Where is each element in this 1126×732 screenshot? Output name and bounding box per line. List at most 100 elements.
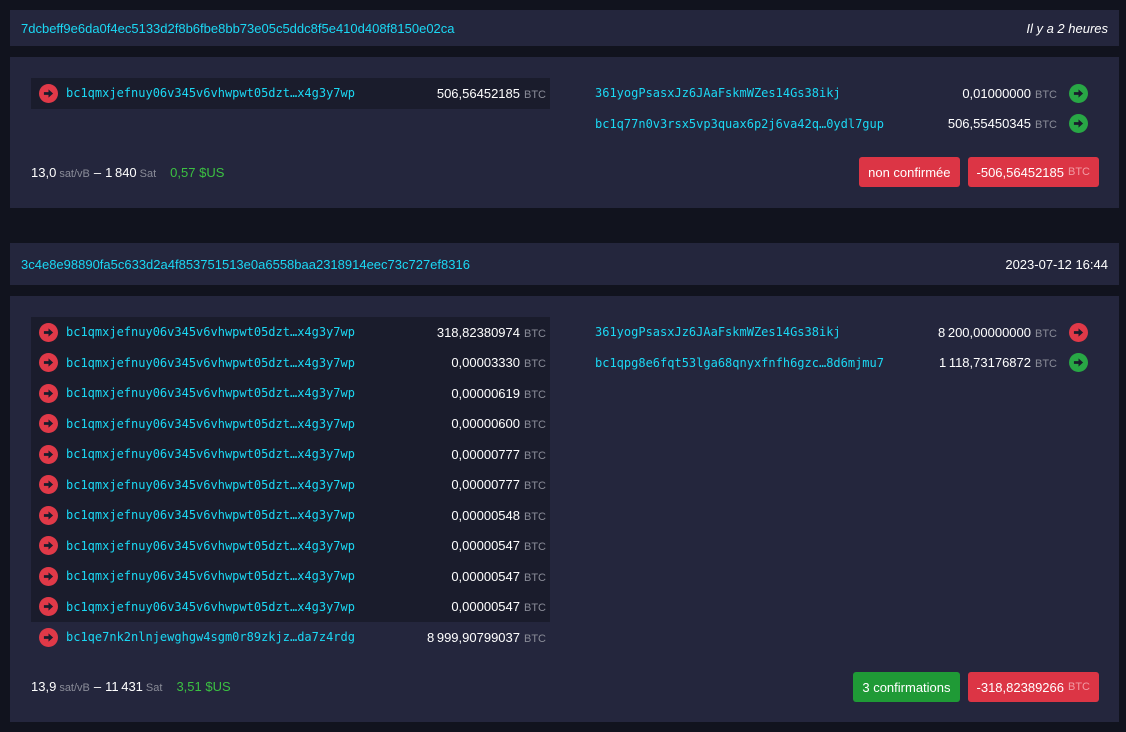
tx-body: bc1qmxjefnuy06v345v6vhwpwt05dzt…x4g3y7wp… (10, 296, 1119, 722)
output-row: bc1q77n0v3rsx5vp3quax6p2j6va42q…0ydl7gup… (585, 109, 1100, 140)
tx-body: bc1qmxjefnuy06v345v6vhwpwt05dzt…x4g3y7wp… (10, 57, 1119, 208)
arrow-right-red-icon[interactable] (39, 322, 58, 342)
input-row: bc1qmxjefnuy06v345v6vhwpwt05dzt…x4g3y7wp… (31, 591, 550, 622)
output-address-link[interactable]: bc1q77n0v3rsx5vp3quax6p2j6va42q…0ydl7gup (585, 117, 948, 131)
input-row: bc1qmxjefnuy06v345v6vhwpwt05dzt…x4g3y7wp… (31, 530, 550, 561)
input-amount: 0,00000547 BTC (451, 538, 550, 553)
tx-badges: 3 confirmations -318,82389266 BTC (853, 672, 1099, 702)
fee-usd: 3,51 $US (176, 679, 231, 694)
tx-time: 2023-07-12 16:44 (1005, 256, 1108, 272)
fee-rate: 13,9 (31, 679, 57, 694)
amount-unit: BTC (524, 449, 546, 462)
arrow-right-green-icon[interactable] (1069, 114, 1088, 134)
fee-dash: – (93, 679, 102, 694)
input-address-link[interactable]: bc1qmxjefnuy06v345v6vhwpwt05dzt…x4g3y7wp (66, 600, 451, 614)
arrow-right-red-icon[interactable] (39, 414, 58, 434)
arrow-right-red-icon[interactable] (39, 505, 58, 525)
fee-sats-unit: Sat (139, 168, 157, 180)
input-address-link[interactable]: bc1qmxjefnuy06v345v6vhwpwt05dzt…x4g3y7wp (66, 356, 451, 370)
amount-unit: BTC (524, 88, 546, 101)
amount-value: 0,00000777 (451, 446, 520, 462)
fee-sats: 1 840 (105, 165, 137, 180)
amount-unit: BTC (524, 510, 546, 523)
input-address-link[interactable]: bc1qmxjefnuy06v345v6vhwpwt05dzt…x4g3y7wp (66, 417, 451, 431)
amount-unit: BTC (1035, 119, 1057, 132)
input-row: bc1qmxjefnuy06v345v6vhwpwt05dzt…x4g3y7wp… (31, 439, 550, 470)
input-amount: 0,00000619 BTC (451, 386, 550, 401)
outputs-list: 361yogPsasxJz6JAaFskmWZes14Gs38ikj 8 200,… (585, 317, 1100, 378)
output-amount: 506,55450345 BTC (948, 116, 1057, 131)
amount-unit: BTC (524, 419, 546, 432)
fee-usd: 0,57 $US (170, 165, 225, 180)
input-address-link[interactable]: bc1qmxjefnuy06v345v6vhwpwt05dzt…x4g3y7wp (66, 86, 437, 100)
arrow-right-red-icon[interactable] (1069, 322, 1088, 342)
input-address-link[interactable]: bc1qmxjefnuy06v345v6vhwpwt05dzt…x4g3y7wp (66, 325, 437, 339)
input-row: bc1qmxjefnuy06v345v6vhwpwt05dzt…x4g3y7wp… (31, 317, 550, 348)
input-address-link[interactable]: bc1qmxjefnuy06v345v6vhwpwt05dzt…x4g3y7wp (66, 539, 451, 553)
output-address-link[interactable]: 361yogPsasxJz6JAaFskmWZes14Gs38ikj (585, 86, 962, 100)
input-address-link[interactable]: bc1qmxjefnuy06v345v6vhwpwt05dzt…x4g3y7wp (66, 569, 451, 583)
arrow-right-red-icon[interactable] (39, 475, 58, 495)
tx-badges: non confirmée -506,56452185 BTC (859, 157, 1099, 187)
amount-value: 0,00000548 (451, 507, 520, 523)
amount-value: 506,56452185 (436, 85, 520, 101)
amount-unit: BTC (524, 480, 546, 493)
total-unit: BTC (1068, 681, 1090, 693)
fee-dash: – (93, 165, 102, 180)
tx-time: Il y a 2 heures (1026, 20, 1108, 36)
fee-rate: 13,0 (31, 165, 57, 180)
amount-value: 8 999,90799037 (427, 629, 520, 645)
arrow-right-red-icon[interactable] (39, 597, 58, 617)
amount-value: 318,82380974 (436, 324, 520, 340)
arrow-right-red-icon[interactable] (39, 83, 58, 103)
fee-rate-unit: sat/vB (59, 168, 90, 180)
amount-unit: BTC (524, 602, 546, 615)
txid-link[interactable]: 7dcbeff9e6da0f4ec5133d2f8b6fbe8bb73e05c5… (21, 21, 455, 36)
input-amount: 0,00000600 BTC (451, 416, 550, 431)
fee-info: 13,9 sat/vB – 11 431 Sat 3,51 $US (31, 679, 231, 694)
input-amount: 0,00000547 BTC (451, 569, 550, 584)
arrow-right-green-icon[interactable] (1069, 83, 1088, 103)
input-row: bc1qmxjefnuy06v345v6vhwpwt05dzt…x4g3y7wp… (31, 469, 550, 500)
output-address-link[interactable]: bc1qpg8e6fqt53lga68qnyxfnfh6gzc…8d6mjmu7 (585, 356, 939, 370)
amount-value: 506,55450345 (947, 116, 1031, 132)
input-address-link[interactable]: bc1qmxjefnuy06v345v6vhwpwt05dzt…x4g3y7wp (66, 447, 451, 461)
output-amount: 0,01000000 BTC (962, 86, 1057, 101)
output-row: bc1qpg8e6fqt53lga68qnyxfnfh6gzc…8d6mjmu7… (585, 348, 1100, 379)
arrow-right-red-icon[interactable] (39, 566, 58, 586)
amount-unit: BTC (524, 388, 546, 401)
input-amount: 8 999,90799037 BTC (427, 630, 550, 645)
output-amount: 8 200,00000000 BTC (938, 325, 1057, 340)
input-row: bc1qmxjefnuy06v345v6vhwpwt05dzt…x4g3y7wp… (31, 561, 550, 592)
total-badge: -506,56452185 BTC (967, 157, 1099, 187)
input-row: bc1qmxjefnuy06v345v6vhwpwt05dzt…x4g3y7wp… (31, 347, 550, 378)
inputs-list: bc1qmxjefnuy06v345v6vhwpwt05dzt…x4g3y7wp… (31, 78, 550, 109)
total-amount: -506,56452185 (976, 164, 1064, 180)
arrow-right-red-icon[interactable] (39, 444, 58, 464)
input-address-link[interactable]: bc1qmxjefnuy06v345v6vhwpwt05dzt…x4g3y7wp (66, 478, 451, 492)
arrow-right-red-icon[interactable] (39, 627, 58, 647)
amount-value: 0,00000600 (451, 416, 520, 432)
status-badge: non confirmée (859, 157, 960, 187)
amount-value: 0,00000547 (451, 599, 520, 615)
txid-link[interactable]: 3c4e8e98890fa5c633d2a4f853751513e0a6558b… (21, 257, 470, 272)
outputs-list: 361yogPsasxJz6JAaFskmWZes14Gs38ikj 0,0100… (585, 78, 1100, 139)
fee-sats: 11 431 (105, 679, 143, 694)
output-row: 361yogPsasxJz6JAaFskmWZes14Gs38ikj 0,0100… (585, 78, 1100, 109)
amount-value: 0,00000619 (451, 385, 520, 401)
output-amount: 1 118,73176872 BTC (939, 355, 1057, 370)
inputs-list: bc1qmxjefnuy06v345v6vhwpwt05dzt…x4g3y7wp… (31, 317, 550, 653)
arrow-right-red-icon[interactable] (39, 383, 58, 403)
input-address-link[interactable]: bc1qmxjefnuy06v345v6vhwpwt05dzt…x4g3y7wp (66, 508, 451, 522)
input-address-link[interactable]: bc1qe7nk2nlnjewghgw4sgm0r89zkjz…da7z4rdg (66, 630, 427, 644)
input-address-link[interactable]: bc1qmxjefnuy06v345v6vhwpwt05dzt…x4g3y7wp (66, 386, 451, 400)
arrow-right-red-icon[interactable] (39, 536, 58, 556)
amount-unit: BTC (524, 571, 546, 584)
arrow-right-green-icon[interactable] (1069, 353, 1088, 373)
input-amount: 0,00000547 BTC (451, 599, 550, 614)
input-row: bc1qe7nk2nlnjewghgw4sgm0r89zkjz…da7z4rdg… (31, 622, 550, 653)
output-address-link[interactable]: 361yogPsasxJz6JAaFskmWZes14Gs38ikj (585, 325, 938, 339)
status-text: 3 confirmations (862, 679, 951, 695)
arrow-right-red-icon[interactable] (39, 353, 58, 373)
input-amount: 506,56452185 BTC (437, 86, 550, 101)
